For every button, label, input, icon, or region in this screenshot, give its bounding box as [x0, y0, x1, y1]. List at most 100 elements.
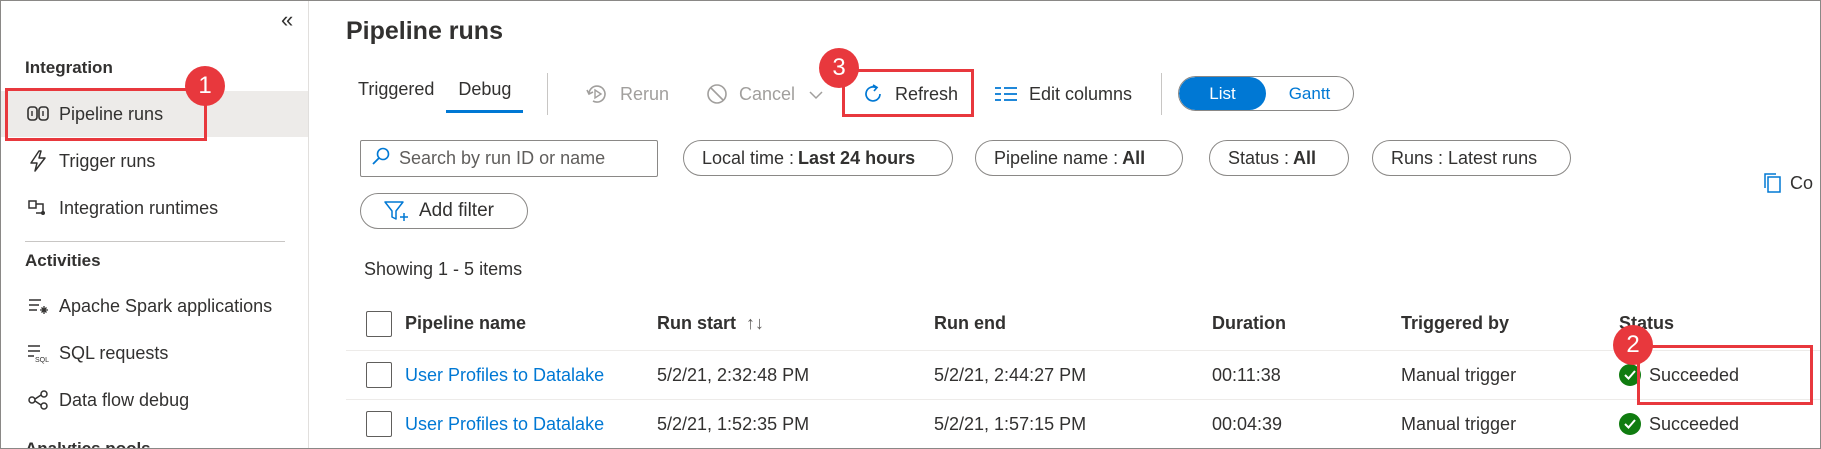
page-title: Pipeline runs — [346, 17, 503, 45]
col-run-end[interactable]: Run end — [934, 297, 1006, 350]
status-label: Succeeded — [1649, 364, 1740, 385]
select-all-checkbox[interactable] — [366, 310, 392, 337]
search-icon — [371, 146, 391, 171]
select-all-checkbox-cell — [366, 297, 392, 350]
toolbar-divider — [1161, 73, 1162, 115]
sidebar-item-trigger-runs[interactable]: Trigger runs — [1, 138, 308, 184]
sidebar-item-pipeline-runs[interactable]: Pipeline runs — [1, 91, 308, 137]
collapse-sidebar-icon[interactable]: « — [281, 7, 293, 33]
toggle-list[interactable]: List — [1179, 77, 1266, 110]
app-frame: « Integration Pipeline runs Trigger runs… — [0, 0, 1821, 449]
runtime-icon — [25, 195, 51, 221]
sidebar-item-label: Pipeline runs — [59, 103, 164, 124]
sidebar-item-label: Apache Spark applications — [59, 295, 273, 316]
pipeline-name-link[interactable]: User Profiles to Datalake — [405, 351, 604, 399]
add-filter-label: Add filter — [419, 200, 494, 221]
tab-strip: Triggered Debug — [346, 73, 524, 115]
sidebar-item-label: Integration runtimes — [59, 197, 219, 218]
row-checkbox-cell — [366, 351, 392, 399]
filter-value: Last 24 hours — [798, 147, 916, 168]
triggered-by-cell: Manual trigger — [1401, 413, 1517, 434]
section-activities: Activities — [25, 251, 101, 270]
cancel-icon — [705, 82, 729, 106]
spark-list-icon — [25, 293, 51, 319]
duration-cell: 00:11:38 — [1212, 364, 1281, 385]
col-duration[interactable]: Duration — [1212, 297, 1286, 350]
search-box — [360, 140, 658, 177]
row-checkbox[interactable] — [366, 411, 392, 437]
tab-triggered[interactable]: Triggered — [346, 73, 446, 110]
cancel-label: Cancel — [739, 83, 796, 104]
lightning-icon — [25, 148, 51, 174]
filter-status[interactable]: Status : All — [1209, 140, 1349, 176]
filter-label: Local time : — [702, 147, 795, 168]
triggered-by-cell: Manual trigger — [1401, 364, 1517, 385]
view-toggle: List Gantt — [1178, 76, 1354, 111]
filter-value: All — [1293, 147, 1317, 168]
sidebar-item-data-flow-debug[interactable]: Data flow debug — [1, 377, 308, 423]
rerun-button[interactable]: Rerun — [584, 77, 669, 111]
add-filter-button[interactable]: Add filter — [360, 193, 528, 229]
dataflow-icon — [25, 387, 51, 413]
run-end-cell: 5/2/21, 1:57:15 PM — [934, 413, 1087, 434]
sidebar-item-sql-requests[interactable]: SQL SQL requests — [1, 330, 308, 376]
row-checkbox-cell — [366, 400, 392, 448]
callout-badge-3: 3 — [819, 48, 859, 88]
col-run-start[interactable]: Run start ↑↓ — [657, 297, 764, 350]
columns-icon — [993, 84, 1019, 104]
table-row[interactable]: User Profiles to Datalake 5/2/21, 2:32:4… — [346, 351, 1820, 400]
copy-button[interactable]: Co — [1762, 171, 1813, 195]
edit-columns-label: Edit columns — [1029, 83, 1133, 104]
toggle-gantt[interactable]: Gantt — [1266, 77, 1353, 110]
refresh-label: Refresh — [895, 83, 959, 104]
status-cell: Succeeded — [1619, 400, 1739, 448]
rerun-label: Rerun — [620, 83, 670, 104]
col-pipeline-name[interactable]: Pipeline name — [405, 297, 526, 350]
pipeline-name-link[interactable]: User Profiles to Datalake — [405, 400, 604, 448]
run-start-cell: 5/2/21, 1:52:35 PM — [657, 413, 810, 434]
chevron-down-icon[interactable] — [809, 84, 823, 105]
status-label: Succeeded — [1649, 413, 1740, 434]
success-check-icon — [1619, 413, 1641, 435]
col-run-start-label: Run start — [657, 313, 737, 333]
row-checkbox[interactable] — [366, 362, 392, 388]
sidebar-item-label: SQL requests — [59, 342, 169, 363]
search-input[interactable] — [399, 148, 649, 169]
cancel-button[interactable]: Cancel — [705, 77, 823, 111]
edit-columns-button[interactable]: Edit columns — [993, 77, 1132, 111]
callout-badge-1: 1 — [185, 66, 225, 106]
sidebar-item-apache-spark-applications[interactable]: Apache Spark applications — [1, 283, 308, 329]
filter-label: Status : — [1228, 147, 1290, 168]
section-analytics-pools: Analytics pools — [25, 439, 151, 449]
rerun-icon — [584, 81, 610, 107]
main-content: Pipeline runs Triggered Debug Rerun Canc… — [310, 1, 1820, 448]
filter-value: All — [1122, 147, 1146, 168]
filter-add-icon — [383, 199, 409, 223]
filter-pipeline-name[interactable]: Pipeline name : All — [975, 140, 1183, 176]
col-triggered-by[interactable]: Triggered by — [1401, 297, 1509, 350]
sidebar-item-label: Data flow debug — [59, 389, 190, 410]
table-row[interactable]: User Profiles to Datalake 5/2/21, 1:52:3… — [346, 400, 1820, 448]
svg-text:SQL: SQL — [35, 357, 49, 364]
filter-label: Runs : Latest runs — [1391, 147, 1538, 168]
filter-runs[interactable]: Runs : Latest runs — [1372, 140, 1571, 176]
filter-label: Pipeline name : — [994, 147, 1119, 168]
sidebar-divider — [25, 241, 285, 242]
tab-debug[interactable]: Debug — [446, 73, 524, 113]
sidebar: « Integration Pipeline runs Trigger runs… — [1, 1, 309, 449]
pipeline-icon — [25, 101, 51, 127]
duration-cell: 00:04:39 — [1212, 413, 1283, 434]
sidebar-item-label: Trigger runs — [59, 150, 156, 171]
run-end-cell: 5/2/21, 2:44:27 PM — [934, 364, 1087, 385]
sql-icon: SQL — [25, 340, 51, 366]
copy-icon — [1762, 171, 1784, 195]
callout-badge-2: 2 — [1613, 325, 1653, 365]
filter-local-time[interactable]: Local time : Last 24 hours — [683, 140, 953, 176]
run-start-cell: 5/2/21, 2:32:48 PM — [657, 364, 810, 385]
sort-icon[interactable]: ↑↓ — [746, 313, 764, 334]
copy-label: Co — [1790, 172, 1814, 193]
success-check-icon — [1619, 364, 1641, 386]
items-count: Showing 1 - 5 items — [364, 259, 523, 279]
sidebar-item-integration-runtimes[interactable]: Integration runtimes — [1, 185, 308, 231]
refresh-button[interactable]: Refresh — [861, 77, 958, 111]
